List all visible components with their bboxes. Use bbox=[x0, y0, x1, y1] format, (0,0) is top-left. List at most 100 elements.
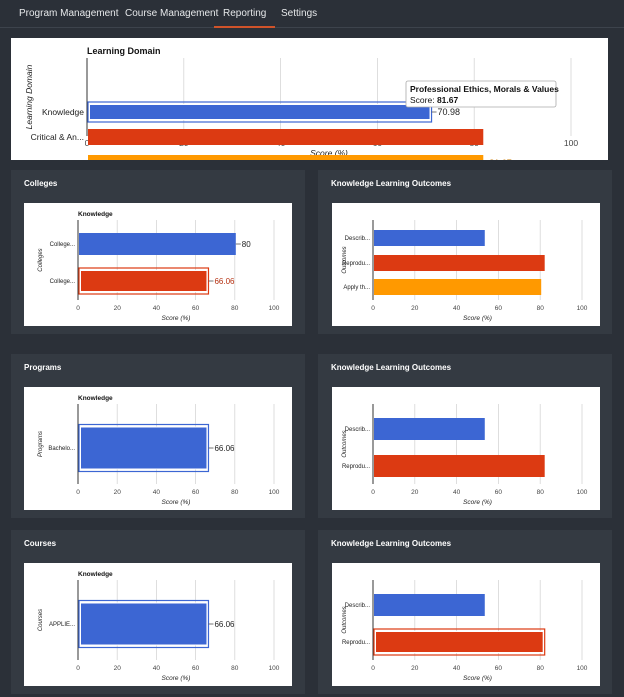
programs-chart[interactable]: 0 20 40 60 80 100 Knowledge Programs Score (%) Ba… bbox=[24, 387, 292, 510]
y-axis-label: Colleges bbox=[38, 248, 44, 271]
panel-title-colleges: Colleges bbox=[24, 179, 58, 188]
tick-label: 80 bbox=[537, 665, 545, 672]
knowledge-outcomes-chart-3[interactable]: 0 20 40 60 80 100 Outcomes Score (%) Describ... R… bbox=[332, 563, 600, 686]
data-label: 81.67 bbox=[489, 158, 512, 160]
knowledge-outcomes-panel-1: Knowledge Learning Outcomes 0 20 40 60 80 100… bbox=[318, 170, 612, 334]
tick-label: 60 bbox=[192, 305, 200, 312]
nav-settings[interactable]: Settings bbox=[281, 0, 317, 28]
y-axis-label: Programs bbox=[38, 431, 44, 457]
category-label: Apply th... bbox=[343, 285, 370, 291]
category-label: Reprodu... bbox=[342, 640, 370, 646]
x-axis-label: Score (%) bbox=[162, 499, 191, 506]
bar bbox=[80, 602, 208, 646]
x-axis-label: Score (%) bbox=[463, 315, 492, 322]
tooltip: Professional Ethics, Morals & ValuesScor… bbox=[405, 80, 559, 108]
data-label: 80 bbox=[242, 240, 251, 249]
category-label: Reprodu... bbox=[342, 261, 370, 267]
chart-title: Learning Domain bbox=[87, 46, 161, 56]
bar bbox=[374, 455, 545, 477]
tick-label: 40 bbox=[453, 665, 461, 672]
tick-label: 0 bbox=[76, 305, 80, 312]
tick-label: 0 bbox=[76, 489, 80, 496]
tick-label: 20 bbox=[411, 305, 419, 312]
y-axis-label: Outcomes bbox=[342, 430, 348, 457]
top-nav: Program Management Course Management Rep… bbox=[0, 0, 624, 28]
tick-label: 40 bbox=[153, 305, 161, 312]
bar bbox=[80, 270, 208, 292]
courses-chart[interactable]: 0 20 40 60 80 100 Knowledge Courses Score (%) APP… bbox=[24, 563, 292, 686]
tick-label: 100 bbox=[269, 665, 280, 672]
bar bbox=[79, 233, 236, 255]
colleges-chart[interactable]: 0 20 40 60 80 100 Knowledge Colleges Score (%) Co… bbox=[24, 203, 292, 326]
panel-title-programs: Programs bbox=[24, 363, 62, 372]
courses-card: 0 20 40 60 80 100 Knowledge Courses Score (%) APP… bbox=[24, 563, 292, 686]
x-axis-label: Score (%) bbox=[162, 675, 191, 682]
category-label: Reprodu... bbox=[342, 464, 370, 470]
nav-program-management[interactable]: Program Management bbox=[19, 0, 119, 28]
tick-label: 20 bbox=[114, 489, 122, 496]
tick-label: 0 bbox=[76, 665, 80, 672]
programs-panel: Programs 0 20 40 60 80 100 Knowledge Programs Sc… bbox=[11, 354, 305, 518]
knowledge-outcomes-chart-1[interactable]: 0 20 40 60 80 100 Outcomes Score (%) Describ... R… bbox=[332, 203, 600, 326]
panel-title-knowledge-outcomes-2: Knowledge Learning Outcomes bbox=[331, 363, 452, 372]
category-label: Bachelo... bbox=[48, 446, 75, 452]
programs-card: 0 20 40 60 80 100 Knowledge Programs Score (%) Ba… bbox=[24, 387, 292, 510]
bar bbox=[80, 426, 208, 470]
data-label: 66.06 bbox=[214, 444, 235, 453]
tick-label: 80 bbox=[231, 665, 239, 672]
tooltip-title: Professional Ethics, Morals & Values bbox=[410, 84, 559, 94]
category-label: Knowledge bbox=[42, 107, 84, 117]
bar bbox=[375, 631, 544, 653]
tick-label: 60 bbox=[495, 489, 503, 496]
tick-label: 0 bbox=[371, 305, 375, 312]
tick-label: 0 bbox=[371, 665, 375, 672]
panel-title-courses: Courses bbox=[24, 539, 57, 548]
data-label: 70.98 bbox=[438, 107, 461, 117]
bar bbox=[89, 104, 431, 120]
tick-label: 80 bbox=[537, 489, 545, 496]
knowledge-outcomes-card-3: 0 20 40 60 80 100 Outcomes Score (%) Describ... R… bbox=[332, 563, 600, 686]
tooltip-score-value: 81.67 bbox=[437, 95, 459, 105]
tick-label: 40 bbox=[153, 665, 161, 672]
nav-reporting[interactable]: Reporting bbox=[214, 0, 276, 28]
knowledge-outcomes-card-1: 0 20 40 60 80 100 Outcomes Score (%) Describ... R… bbox=[332, 203, 600, 326]
category-label: Professional... bbox=[30, 158, 84, 160]
category-label: Critical & An... bbox=[31, 132, 84, 142]
bar bbox=[374, 279, 542, 295]
nav-course-management[interactable]: Course Management bbox=[125, 0, 218, 28]
chart-title: Knowledge bbox=[78, 571, 113, 578]
learning-domain-chart[interactable]: 020406080100Learning DomainLearning Doma… bbox=[11, 38, 608, 171]
tick-label: 60 bbox=[495, 305, 503, 312]
learning-domain-card: 020406080100Learning DomainLearning Doma… bbox=[11, 38, 608, 171]
tick-label: 80 bbox=[231, 489, 239, 496]
tick-label: 80 bbox=[537, 305, 545, 312]
category-label: Describ... bbox=[345, 603, 371, 609]
chart-title: Knowledge bbox=[78, 211, 113, 218]
bar bbox=[374, 230, 485, 246]
colleges-card: 0 20 40 60 80 100 Knowledge Colleges Score (%) Co… bbox=[24, 203, 292, 326]
tick-label: 20 bbox=[114, 665, 122, 672]
knowledge-outcomes-card-2: 0 20 40 60 80 100 Outcomes Score (%) Describ... R… bbox=[332, 387, 600, 510]
colleges-panel: Colleges 0 20 40 60 80 100 Knowledge Colleges Sc… bbox=[11, 170, 305, 334]
tick-label: 100 bbox=[577, 665, 588, 672]
y-axis-label: Outcomes bbox=[342, 246, 348, 273]
tick-label: 40 bbox=[453, 489, 461, 496]
panel-title-knowledge-outcomes-3: Knowledge Learning Outcomes bbox=[331, 539, 452, 548]
tick-label: 40 bbox=[453, 305, 461, 312]
y-axis-label: Courses bbox=[38, 609, 44, 631]
tick-label: 100 bbox=[269, 489, 280, 496]
tick-label: 60 bbox=[192, 665, 200, 672]
tick-label: 20 bbox=[411, 489, 419, 496]
tooltip-score: Score: 81.67 bbox=[410, 95, 458, 105]
knowledge-outcomes-panel-2: Knowledge Learning Outcomes 0 20 40 60 80 100… bbox=[318, 354, 612, 518]
knowledge-outcomes-chart-2[interactable]: 0 20 40 60 80 100 Outcomes Score (%) Describ... R… bbox=[332, 387, 600, 510]
x-axis-label: Score (%) bbox=[463, 675, 492, 682]
bar bbox=[374, 255, 545, 271]
category-label: Describ... bbox=[345, 427, 371, 433]
y-axis-label: Learning Domain bbox=[24, 64, 34, 129]
tick-label: 100 bbox=[577, 489, 588, 496]
tick-label: 100 bbox=[564, 138, 578, 148]
tick-label: 20 bbox=[411, 665, 419, 672]
bar bbox=[374, 594, 485, 616]
tick-label: 60 bbox=[495, 665, 503, 672]
